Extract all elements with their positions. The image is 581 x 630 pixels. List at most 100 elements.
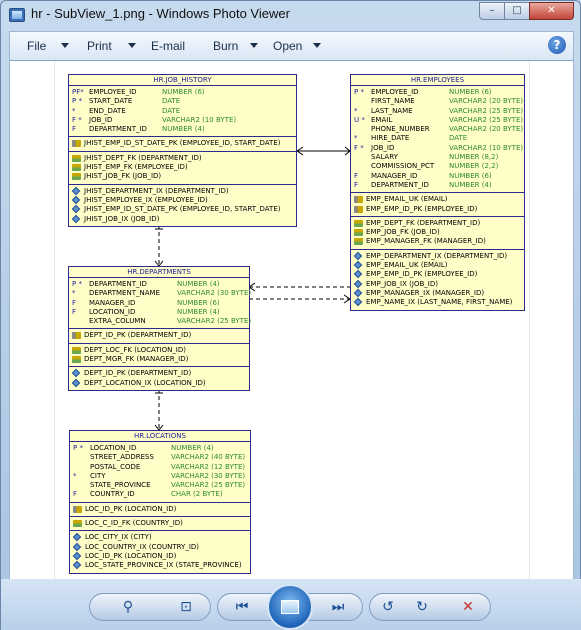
primary-keys-section: EMP_EMAIL_UK (EMAIL) EMP_EMP_ID_PK (EMPLO… — [351, 193, 524, 217]
column-type: NUMBER (6) — [162, 88, 205, 96]
foreign-key-icon — [354, 229, 363, 237]
foreign-key-icon — [354, 238, 363, 246]
key-icon — [354, 196, 363, 204]
entity-employees: HR.EMPLOYEES P * EMPLOYEE_ID NUMBER (6) FIR… — [350, 74, 525, 311]
foreign-key-row: JHIST_EMP_FK (EMPLOYEE_ID) — [72, 163, 293, 172]
column-type: VARCHAR2 (20 BYTE) — [449, 97, 524, 106]
menu-print[interactable]: Print — [87, 39, 112, 53]
chevron-down-icon[interactable] — [61, 43, 69, 48]
column-type: NUMBER (4) — [171, 444, 214, 452]
constraint-text: EMP_JOB_FK (JOB_ID) — [366, 228, 440, 237]
constraint-text: EMP_JOB_IX (JOB_ID) — [366, 279, 438, 288]
menu-email[interactable]: E-mail — [151, 39, 185, 53]
image-viewport: HR.JOB_HISTORY PF* EMPLOYEE_ID NUMBER (6) P… — [9, 61, 574, 579]
columns-section: PF* EMPLOYEE_ID NUMBER (6) P * START_DATE DAT… — [69, 86, 296, 138]
foreign-key-row: EMP_JOB_FK (JOB_ID) — [354, 228, 521, 237]
constraint-text: DEPT_ID_PK (DEPARTMENT_ID) — [84, 331, 192, 340]
column-flag: * — [354, 106, 358, 115]
constraint-text: EMP_EMP_ID_PK (EMPLOYEE_ID) — [366, 270, 478, 279]
chevron-down-icon[interactable] — [313, 43, 321, 48]
help-icon[interactable]: ? — [548, 36, 566, 54]
constraint-text: JHIST_JOB_FK (JOB_ID) — [84, 172, 162, 181]
column-name: DEPARTMENT_NAME — [89, 289, 160, 298]
previous-icon[interactable]: ⏮ — [230, 596, 254, 618]
index-row: JHIST_JOB_IX (JOB_ID) — [71, 214, 293, 224]
column-type: VARCHAR2 (25 BYTE) — [449, 115, 524, 124]
actual-size-icon[interactable]: ⊡ — [174, 596, 198, 618]
column-type: NUMBER (6) — [449, 88, 492, 96]
column-name: COMMISSION_PCT — [371, 162, 435, 171]
index-row: EMP_EMP_ID_PK (EMPLOYEE_ID) — [353, 270, 521, 279]
column-type: NUMBER (4) — [449, 180, 492, 189]
slideshow-button[interactable] — [267, 584, 313, 630]
column-row: F * JOB_ID VARCHAR2 (10 BYTE) — [72, 116, 293, 125]
rotate-clockwise-icon[interactable]: ↻ — [410, 596, 434, 618]
column-name: LOCATION_ID — [90, 444, 137, 452]
entity-departments: HR.DEPARTMENTS P * DEPARTMENT_ID NUMBER (4… — [68, 266, 251, 391]
column-type: NUMBER (8,2) — [449, 153, 499, 162]
column-flag: F — [72, 125, 77, 134]
column-name: HIRE_DATE — [371, 134, 410, 143]
constraint-text: JHIST_EMP_FK (EMPLOYEE_ID) — [84, 163, 188, 172]
column-name: STATE_PROVINCE — [90, 481, 151, 490]
column-row: * END_DATE DATE — [72, 107, 293, 116]
column-row: SALARY NUMBER (8,2) — [354, 153, 521, 162]
index-icon — [72, 533, 82, 542]
constraint-text: JHIST_EMP_ID_ST_DATE_PK (EMPLOYEE_ID, ST… — [84, 205, 281, 214]
diagram-image: HR.JOB_HISTORY PF* EMPLOYEE_ID NUMBER (6) P… — [54, 61, 530, 579]
menu-burn[interactable]: Burn — [213, 39, 238, 53]
foreign-keys-section: EMP_DEPT_FK (DEPARTMENT_ID) EMP_JOB_FK (J… — [351, 217, 524, 250]
column-flag: P * — [72, 280, 82, 288]
column-type: VARCHAR2 (10 BYTE) — [449, 143, 524, 152]
zoom-icon[interactable]: ⚲ — [116, 596, 140, 618]
menu-file[interactable]: File — [27, 39, 46, 53]
index-icon — [353, 251, 363, 260]
column-name: END_DATE — [89, 106, 126, 115]
index-row: DEPT_ID_PK (DEPARTMENT_ID) — [71, 369, 246, 378]
constraint-text: EMP_NAME_IX (LAST_NAME, FIRST_NAME) — [366, 298, 513, 307]
edit-controls-group: ↺ ↻ ✕ — [369, 593, 491, 621]
index-icon — [353, 297, 363, 307]
column-row: P * EMPLOYEE_ID NUMBER (6) — [354, 88, 521, 97]
index-row: LOC_ID_PK (LOCATION_ID) — [72, 551, 247, 561]
column-type: VARCHAR2 (25 BYTE) — [449, 106, 524, 115]
column-name: POSTAL_CODE — [90, 462, 141, 471]
column-row: * DEPARTMENT_NAME VARCHAR2 (30 BYTE) — [72, 289, 251, 298]
index-icon — [353, 260, 363, 270]
column-name: FIRST_NAME — [371, 97, 415, 106]
chevron-down-icon[interactable] — [128, 43, 136, 48]
minimize-button[interactable]: – — [479, 2, 505, 20]
constraint-text: LOC_STATE_PROVINCE_IX (STATE_PROVINCE) — [85, 561, 242, 570]
index-row: EMP_MANAGER_IX (MANAGER_ID) — [353, 288, 521, 298]
constraint-text: JHIST_EMP_ID_ST_DATE_PK (EMPLOYEE_ID, ST… — [84, 139, 281, 148]
column-row: F COUNTRY_ID CHAR (2 BYTE) — [73, 490, 247, 499]
column-row: POSTAL_CODE VARCHAR2 (12 BYTE) — [73, 463, 247, 472]
delete-icon[interactable]: ✕ — [456, 596, 480, 618]
column-row: COMMISSION_PCT NUMBER (2,2) — [354, 162, 521, 171]
index-row: JHIST_EMP_ID_ST_DATE_PK (EMPLOYEE_ID, ST… — [71, 205, 293, 214]
column-type: NUMBER (2,2) — [449, 162, 499, 171]
foreign-key-icon — [72, 346, 81, 354]
menu-open[interactable]: Open — [273, 39, 302, 53]
columns-section: P * LOCATION_ID NUMBER (4) STREET_ADDRESS VA… — [70, 442, 250, 503]
chevron-down-icon[interactable] — [250, 43, 258, 48]
constraint-text: JHIST_DEPT_FK (DEPARTMENT_ID) — [84, 153, 202, 162]
constraint-text: JHIST_EMPLOYEE_IX (EMPLOYEE_ID) — [84, 195, 208, 204]
maximize-button[interactable]: □ — [504, 2, 530, 20]
close-button[interactable]: ✕ — [529, 2, 574, 20]
next-icon[interactable]: ⏭ — [326, 596, 350, 618]
foreign-keys-section: DEPT_LOC_FK (LOCATION_ID) DEPT_MGR_FK (MA… — [69, 344, 249, 368]
entity-title: HR.DEPARTMENTS — [69, 267, 249, 278]
constraint-text: LOC_C_ID_FK (COUNTRY_ID) — [85, 519, 183, 528]
column-row: STREET_ADDRESS VARCHAR2 (40 BYTE) — [73, 453, 247, 462]
primary-keys-section: JHIST_EMP_ID_ST_DATE_PK (EMPLOYEE_ID, ST… — [69, 137, 296, 152]
column-row: * CITY VARCHAR2 (30 BYTE) — [73, 472, 247, 481]
index-icon — [71, 214, 81, 223]
index-icon — [71, 186, 81, 195]
column-name: DEPARTMENT_ID — [89, 280, 147, 288]
key-icon — [72, 332, 81, 340]
rotate-counterclockwise-icon[interactable]: ↺ — [376, 596, 400, 618]
index-icon — [353, 288, 363, 298]
column-flag: F — [72, 307, 77, 316]
column-row: P * DEPARTMENT_ID NUMBER (4) — [72, 280, 246, 289]
